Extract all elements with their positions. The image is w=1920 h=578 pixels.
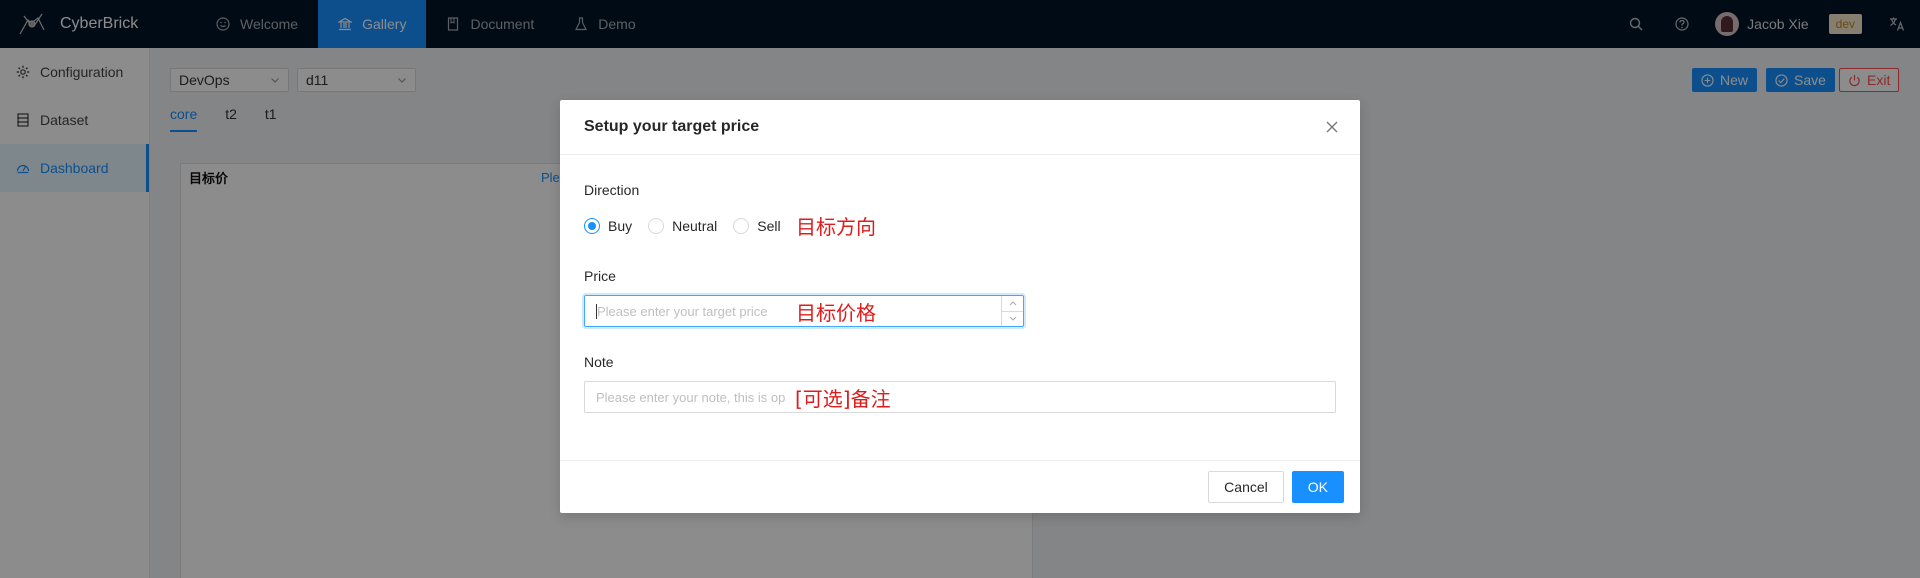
note-placeholder: Please enter your note, this is op <box>596 389 786 405</box>
modal-footer: Cancel OK <box>560 460 1360 513</box>
radio-circle <box>733 218 750 234</box>
radio-sell-label: Sell <box>757 218 781 234</box>
cancel-button[interactable]: Cancel <box>1208 471 1284 503</box>
radio-neutral[interactable]: Neutral <box>648 218 717 234</box>
radio-buy[interactable]: Buy <box>584 218 632 234</box>
radio-buy-label: Buy <box>608 218 633 234</box>
modal-header: Setup your target price <box>560 100 1360 155</box>
modal-title: Setup your target price <box>584 118 760 135</box>
note-annotation: [可选]备注 <box>795 387 891 411</box>
price-placeholder: Please enter your target price <box>596 303 768 319</box>
target-price-modal: Setup your target price Direction Buy Ne… <box>560 100 1360 513</box>
note-label: Note <box>584 354 614 370</box>
chevron-up-icon[interactable] <box>1002 296 1023 312</box>
ok-button[interactable]: OK <box>1291 471 1344 503</box>
radio-circle <box>648 218 665 234</box>
note-input[interactable]: Please enter your note, this is op <box>584 381 1336 413</box>
direction-label: Direction <box>584 182 640 198</box>
price-stepper[interactable] <box>1001 296 1023 326</box>
radio-neutral-label: Neutral <box>672 218 718 234</box>
radio-circle <box>584 218 600 234</box>
direction-annotation: 目标方向 <box>796 215 876 239</box>
direction-radio-group: Buy Neutral Sell <box>584 218 797 234</box>
price-annotation: 目标价格 <box>796 301 876 325</box>
price-label: Price <box>584 268 616 284</box>
radio-sell[interactable]: Sell <box>733 218 781 234</box>
chevron-down-icon[interactable] <box>1002 312 1023 327</box>
close-icon[interactable] <box>1322 117 1342 137</box>
